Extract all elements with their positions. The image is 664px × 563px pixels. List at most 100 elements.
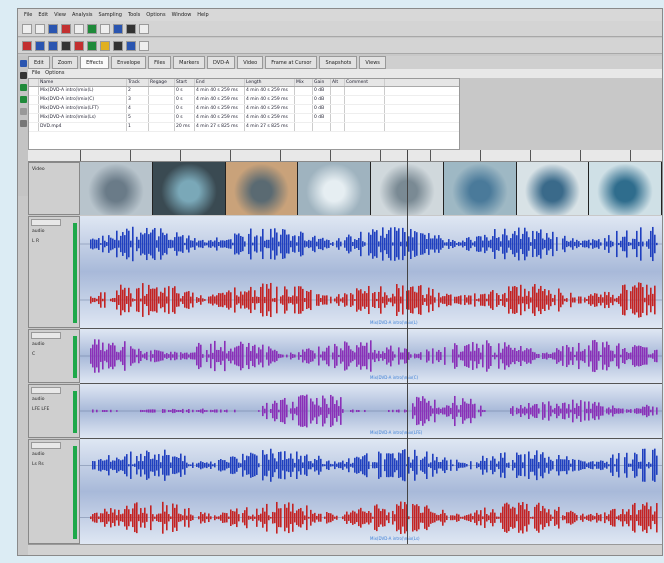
tab-views[interactable]: Views bbox=[359, 56, 386, 69]
track-header[interactable]: audio LFE LFE bbox=[28, 384, 80, 438]
table-row[interactable]: Mix(DVD-A intro)\mix(L) 2 0 s4 min 40 s 25… bbox=[29, 87, 459, 96]
audio-track[interactable]: Mix(DVD-A intro)\mix(C) bbox=[80, 329, 662, 384]
track-controls[interactable] bbox=[31, 442, 61, 449]
tab-edit[interactable]: Edit bbox=[28, 56, 50, 69]
video-thumbnail[interactable] bbox=[152, 162, 226, 215]
loop-icon[interactable] bbox=[87, 40, 97, 51]
tab-snapshots[interactable]: Snapshots bbox=[319, 56, 358, 69]
menu-item-file[interactable]: File bbox=[24, 9, 32, 21]
video-track-header[interactable]: Video bbox=[28, 162, 80, 215]
sub-file-menu[interactable]: File bbox=[32, 70, 40, 76]
tab-dvd-a[interactable]: DVD-A bbox=[207, 56, 236, 69]
menu-item-analysis[interactable]: Analysis bbox=[72, 9, 93, 21]
track-controls[interactable] bbox=[31, 219, 61, 226]
waveform-sample bbox=[114, 297, 116, 303]
fast-forward-icon[interactable] bbox=[48, 40, 58, 51]
table-row[interactable]: Mix(DVD-A intro)\mix(C) 3 0 s4 min 40 s 25… bbox=[29, 96, 459, 105]
waveform-sample bbox=[642, 448, 644, 482]
region-icon[interactable] bbox=[126, 40, 136, 51]
menu-item-sampling[interactable]: Sampling bbox=[99, 9, 122, 21]
column-header[interactable]: Alt bbox=[331, 79, 345, 86]
tab-markers[interactable]: Markers bbox=[173, 56, 206, 69]
stop-icon[interactable] bbox=[61, 40, 71, 51]
track-name: audio bbox=[32, 397, 45, 402]
menu-item-edit[interactable]: Edit bbox=[38, 9, 48, 21]
column-header[interactable] bbox=[29, 79, 39, 86]
track-header[interactable]: audio C bbox=[28, 329, 80, 383]
video-thumbnail-strip[interactable] bbox=[80, 162, 662, 215]
playback-cursor[interactable] bbox=[407, 150, 408, 555]
copy-icon[interactable] bbox=[74, 23, 84, 34]
tab-frame-at-cursor[interactable]: Frame at Cursor bbox=[265, 56, 318, 69]
menu-item-options[interactable]: Options bbox=[146, 9, 165, 21]
video-thumbnail[interactable] bbox=[80, 162, 153, 215]
waveform-sample bbox=[116, 351, 118, 361]
redo-icon[interactable] bbox=[100, 23, 110, 34]
select-tool-icon[interactable] bbox=[19, 96, 27, 103]
waveform-sample bbox=[310, 461, 312, 470]
column-header[interactable]: Gain bbox=[313, 79, 331, 86]
timeline-ruler[interactable] bbox=[28, 150, 662, 162]
audio-track[interactable]: Mix(DVD-A intro)\mix(LFE) bbox=[80, 384, 662, 439]
column-header[interactable]: Length bbox=[245, 79, 295, 86]
open-icon[interactable] bbox=[35, 23, 45, 34]
tab-envelope[interactable]: Envelope bbox=[111, 56, 147, 69]
column-header[interactable]: Track bbox=[127, 79, 149, 86]
record-icon[interactable] bbox=[74, 40, 84, 51]
waveform-sample bbox=[440, 461, 442, 469]
track-controls[interactable] bbox=[31, 332, 61, 339]
sub-options-menu[interactable]: Options bbox=[45, 70, 64, 76]
audio-track[interactable]: Mix(DVD-A intro)\mix(L) bbox=[80, 216, 662, 329]
waveform-sample bbox=[116, 515, 118, 521]
table-row[interactable]: Mix(DVD-A intro)\mix(Ls) 5 0 s4 min 40 s 2… bbox=[29, 114, 459, 123]
waveform-sample bbox=[116, 230, 118, 258]
tab-video[interactable]: Video bbox=[237, 56, 264, 69]
tool-icon[interactable] bbox=[139, 40, 149, 51]
video-thumbnail[interactable] bbox=[298, 162, 371, 215]
waveform-sample bbox=[464, 241, 466, 247]
waveform-sample bbox=[166, 296, 168, 304]
table-row[interactable]: DVD.mp4 1 20 ms 4 min 27 s 825 ms 4 min 27 s… bbox=[29, 123, 459, 132]
video-thumbnail[interactable] bbox=[589, 162, 662, 215]
video-thumbnail[interactable] bbox=[516, 162, 590, 215]
save-icon[interactable] bbox=[48, 23, 58, 34]
pencil-tool-icon[interactable] bbox=[19, 108, 27, 115]
marker-icon[interactable] bbox=[100, 40, 110, 51]
tab-zoom[interactable]: Zoom bbox=[51, 56, 79, 69]
menu-item-help[interactable]: Help bbox=[197, 9, 208, 21]
envelope-tool-icon[interactable] bbox=[19, 120, 27, 127]
track-controls[interactable] bbox=[31, 387, 61, 394]
video-tool-icon[interactable] bbox=[19, 72, 27, 79]
video-thumbnail[interactable] bbox=[443, 162, 517, 215]
cursor-tool-icon[interactable] bbox=[19, 60, 27, 67]
column-header[interactable]: End bbox=[195, 79, 245, 86]
tab-effects[interactable]: Effects bbox=[80, 56, 110, 69]
menu-item-tools[interactable]: Tools bbox=[128, 9, 140, 21]
snap-icon[interactable] bbox=[139, 23, 149, 34]
zoom-icon[interactable] bbox=[126, 23, 136, 34]
track-header[interactable]: audio Ls Rs bbox=[28, 439, 80, 544]
rewind-icon[interactable] bbox=[22, 40, 32, 51]
video-thumbnail[interactable] bbox=[225, 162, 299, 215]
new-file-icon[interactable] bbox=[22, 23, 32, 34]
menu-item-view[interactable]: View bbox=[54, 9, 66, 21]
waveform-sample bbox=[180, 352, 182, 360]
table-row[interactable]: Mix(DVD-A intro)\mix(LFT) 4 0 s4 min 40 s … bbox=[29, 105, 459, 114]
play-icon[interactable] bbox=[35, 40, 45, 51]
audio-track[interactable]: Mix(DVD-A intro)\mix(Ls) bbox=[80, 439, 662, 545]
tab-files[interactable]: Files bbox=[148, 56, 172, 69]
column-header[interactable]: Start bbox=[175, 79, 195, 86]
play-tool-icon[interactable] bbox=[19, 84, 27, 91]
undo-icon[interactable] bbox=[87, 23, 97, 34]
column-header[interactable]: Comment bbox=[345, 79, 385, 86]
track-header[interactable]: audio L R bbox=[28, 216, 80, 328]
meter-icon[interactable] bbox=[113, 40, 123, 51]
menu-item-window[interactable]: Window bbox=[172, 9, 192, 21]
cut-icon[interactable] bbox=[61, 23, 71, 34]
column-header[interactable]: Regage bbox=[149, 79, 175, 86]
waveform-sample bbox=[530, 242, 532, 246]
column-header[interactable]: Mix bbox=[295, 79, 313, 86]
waveform-sample bbox=[250, 452, 252, 478]
column-header[interactable]: Name bbox=[39, 79, 127, 86]
mix-icon[interactable] bbox=[113, 23, 123, 34]
